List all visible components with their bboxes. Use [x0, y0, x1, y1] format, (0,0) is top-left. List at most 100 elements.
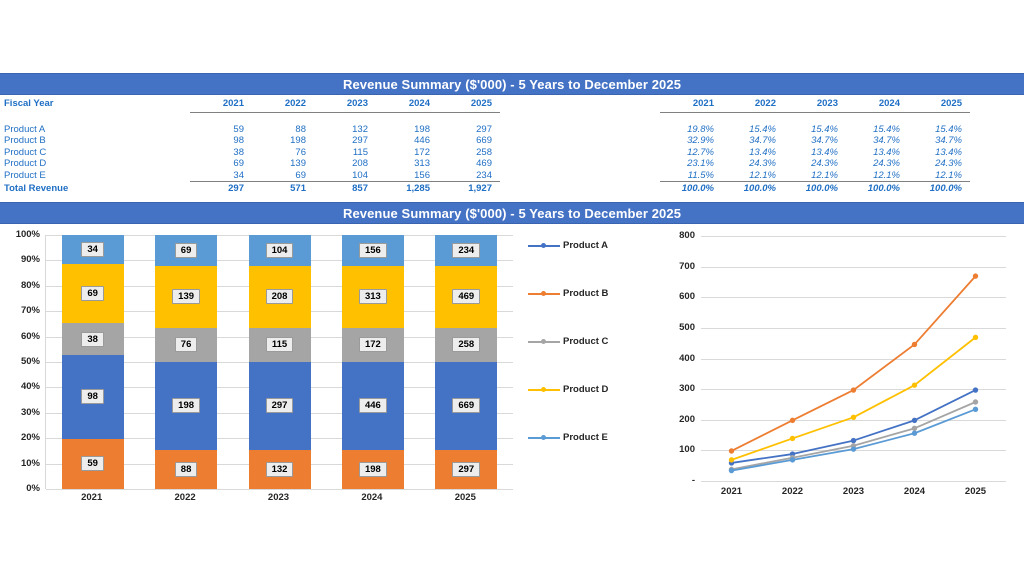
bar-segment-product-c[interactable]: 38 — [61, 322, 124, 356]
cell-e-2024: 156 — [376, 169, 438, 182]
bar-y-tick: 60% — [20, 330, 40, 342]
bar-segment-product-e[interactable]: 234 — [435, 235, 498, 266]
line-marker[interactable] — [789, 417, 796, 424]
bar-segment-product-a[interactable]: 669 — [435, 361, 498, 450]
legend-item-product-d[interactable]: Product D — [528, 384, 608, 395]
bar-data-label: 98 — [81, 389, 104, 405]
bar-y-tick: 50% — [20, 356, 40, 367]
bar-segment-product-a[interactable]: 297 — [248, 361, 311, 450]
bar-column[interactable]: 88 198 76 139 69 — [155, 235, 218, 489]
table-spacer-row — [0, 112, 500, 124]
bar-column[interactable]: 297 669 258 469 234 — [435, 235, 498, 489]
bar-data-label: 34 — [81, 242, 104, 258]
line-marker[interactable] — [972, 399, 979, 405]
line-series-product-c[interactable] — [731, 401, 976, 471]
total-revenue-label: Total Revenue — [4, 182, 69, 194]
legend-swatch-icon — [528, 289, 560, 299]
bar-segment-product-c[interactable]: 76 — [155, 327, 218, 362]
legend-swatch-icon — [528, 385, 560, 395]
bar-x-tick: 2024 — [361, 492, 383, 503]
pct-e-2025: 12.1% — [908, 169, 970, 182]
bar-segment-product-c[interactable]: 258 — [435, 327, 498, 362]
bar-data-label: 198 — [172, 398, 201, 414]
line-y-tick: 100 — [679, 444, 695, 456]
bar-segment-product-a[interactable]: 446 — [341, 361, 404, 450]
revenue-values-table: Fiscal Year 2021 2022 2023 2024 2025 Pro… — [0, 98, 500, 195]
bar-y-tick: 90% — [20, 254, 40, 266]
row-label-product-b: Product B — [4, 135, 46, 146]
cell-c-2021: 38 — [233, 146, 244, 158]
table-row: Product D 69 139 208 313 469 — [0, 158, 500, 170]
bar-segment-product-e[interactable]: 69 — [155, 235, 218, 266]
line-y-tick: 800 — [679, 230, 695, 241]
bar-segment-product-d[interactable]: 313 — [341, 266, 404, 328]
legend-item-product-a[interactable]: Product A — [528, 240, 608, 251]
cell-a-2025: 297 — [476, 123, 492, 135]
line-marker[interactable] — [972, 334, 979, 341]
line-marker[interactable] — [728, 448, 735, 454]
bar-segment-product-b[interactable]: 88 — [155, 449, 218, 489]
legend-item-product-b[interactable]: Product B — [528, 288, 608, 299]
pct-total-2022: 100.0% — [743, 183, 776, 194]
line-series-product-a[interactable] — [731, 389, 976, 464]
cell-a-2023: 132 — [352, 123, 368, 135]
line-series-product-b[interactable] — [731, 275, 977, 452]
legend-item-product-c[interactable]: Product C — [528, 336, 608, 347]
bar-segment-product-e[interactable]: 104 — [248, 235, 311, 266]
bar-column[interactable]: 198 446 172 313 156 — [341, 235, 404, 489]
line-marker[interactable] — [911, 425, 918, 432]
line-marker[interactable] — [789, 435, 796, 442]
line-marker[interactable] — [911, 417, 918, 424]
line-marker[interactable] — [850, 446, 857, 452]
table-row: Product B 98 198 297 446 669 — [0, 135, 500, 147]
percent-spacer-row — [560, 112, 970, 124]
cell-e-2023: 104 — [314, 169, 376, 182]
row-label-product-c: Product C — [4, 146, 47, 158]
line-marker[interactable] — [789, 457, 796, 463]
revenue-trend-line-chart: - 100 200 300 400 500 600 700 800 2021 2022 2023 202… — [655, 228, 1024, 513]
pct-a-2025: 15.4% — [935, 123, 962, 135]
bar-segment-product-a[interactable]: 98 — [61, 355, 124, 439]
bar-x-tick: 2022 — [174, 492, 196, 503]
pct-c-2024: 13.4% — [873, 146, 900, 158]
bar-segment-product-c[interactable]: 115 — [248, 327, 311, 362]
bar-data-label: 38 — [81, 331, 104, 347]
bar-column[interactable]: 59 98 38 69 34 — [61, 235, 124, 489]
line-marker[interactable] — [850, 437, 857, 444]
line-marker[interactable] — [728, 467, 735, 474]
line-marker[interactable] — [850, 414, 857, 420]
cell-a-2024: 198 — [414, 123, 430, 135]
bar-segment-product-d[interactable]: 469 — [435, 266, 498, 328]
bar-segment-product-b[interactable]: 59 — [61, 438, 124, 489]
pct-c-2021: 12.7% — [687, 146, 714, 158]
report-title-bottom-text: Revenue Summary ($'000) - 5 Years to Dec… — [342, 205, 682, 221]
line-marker[interactable] — [911, 382, 918, 388]
bar-segment-product-b[interactable]: 198 — [341, 449, 404, 489]
line-marker[interactable] — [911, 341, 918, 348]
line-marker[interactable] — [972, 273, 979, 279]
bar-segment-product-b[interactable]: 132 — [248, 449, 311, 489]
bar-segment-product-b[interactable]: 297 — [435, 449, 498, 489]
cell-b-2023: 297 — [352, 135, 368, 146]
bar-column[interactable]: 132 297 115 208 104 — [248, 235, 311, 489]
line-marker[interactable] — [850, 387, 857, 393]
line-marker[interactable] — [972, 406, 979, 413]
line-marker[interactable] — [911, 430, 918, 436]
bar-segment-product-a[interactable]: 198 — [155, 361, 218, 450]
legend-item-product-e[interactable]: Product E — [528, 432, 608, 443]
percent-row: 19.8% 15.4% 15.4% 15.4% 15.4% — [560, 124, 970, 136]
pct-d-2021: 23.1% — [687, 158, 714, 169]
bar-segment-product-d[interactable]: 139 — [155, 266, 218, 328]
report-title-bottom: Revenue Summary ($'000) - 5 Years to Dec… — [0, 202, 1024, 224]
col-header-2025: 2025 — [438, 98, 500, 113]
line-marker[interactable] — [972, 387, 979, 393]
bar-segment-product-d[interactable]: 208 — [248, 266, 311, 328]
total-2024: 1,285 — [406, 183, 430, 194]
bar-segment-product-d[interactable]: 69 — [61, 264, 124, 323]
legend-swatch-icon — [528, 241, 560, 251]
bar-segment-product-e[interactable]: 34 — [61, 235, 124, 265]
pct-a-2024: 15.4% — [873, 123, 900, 135]
line-marker[interactable] — [728, 457, 735, 463]
bar-segment-product-c[interactable]: 172 — [341, 327, 404, 362]
bar-segment-product-e[interactable]: 156 — [341, 235, 404, 266]
